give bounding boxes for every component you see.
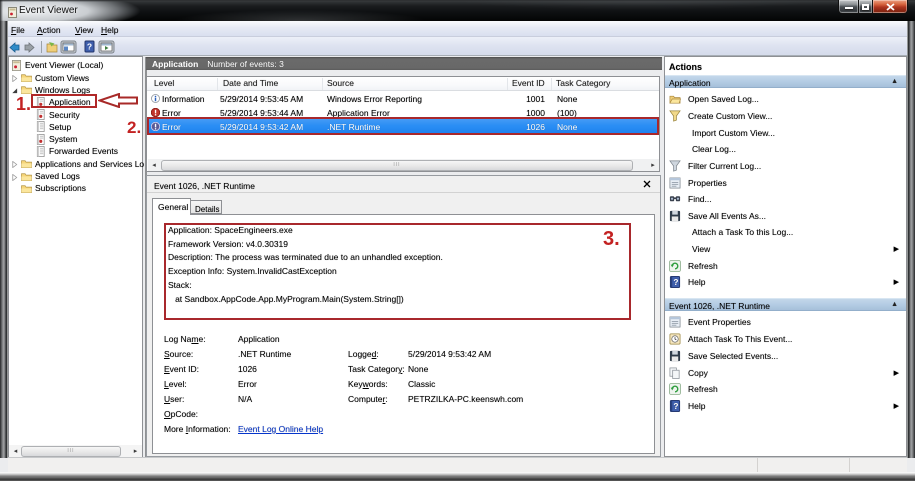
svg-text:?: ?	[87, 42, 92, 52]
svg-text:?: ?	[673, 401, 678, 411]
svg-text:?: ?	[673, 277, 678, 287]
